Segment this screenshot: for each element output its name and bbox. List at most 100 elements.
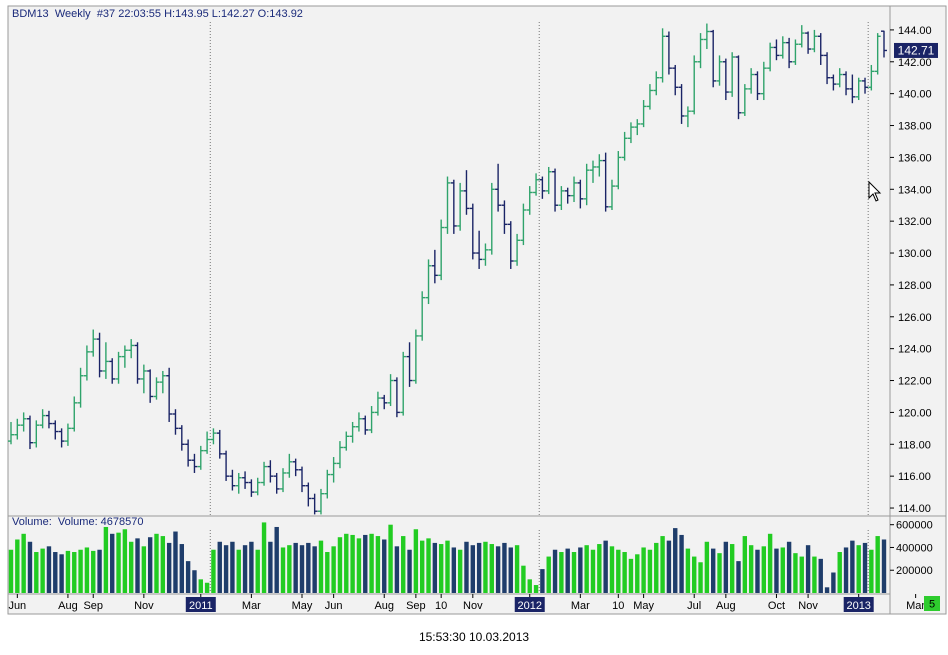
volume-bar <box>306 542 311 593</box>
volume-bar <box>875 536 880 593</box>
volume-bar <box>268 541 273 593</box>
volume-bar <box>445 540 450 593</box>
chart-window: 114.00 116.00 118.00 120.00 122.00 124.00 126.… <box>0 0 948 620</box>
volume-bar <box>673 528 678 593</box>
price-axis-label: 132.00 <box>898 216 932 228</box>
volume-bar <box>679 534 684 593</box>
volume-bar <box>666 540 672 593</box>
volume-bar <box>533 585 539 593</box>
volume-bar <box>717 553 722 593</box>
volume-bar <box>166 542 172 593</box>
price-axis-label: 120.00 <box>898 407 932 419</box>
volume-bar <box>729 544 735 593</box>
volume-bar <box>141 546 147 593</box>
volume-bar <box>578 547 583 593</box>
volume-bar <box>280 547 286 593</box>
volume-bar <box>559 552 564 593</box>
volume-bar <box>767 533 773 593</box>
year-label: 2013 <box>846 600 870 612</box>
volume-bar <box>388 524 393 593</box>
volume-bar <box>622 552 627 593</box>
volume-bar <box>413 529 419 593</box>
volume-bar <box>255 549 260 593</box>
volume-bar <box>597 544 602 593</box>
volume-bar <box>230 541 235 593</box>
volume-bar <box>824 587 830 593</box>
volume-bar <box>761 546 767 593</box>
volume-bar <box>438 544 444 593</box>
volume-bar <box>261 522 267 593</box>
month-label: Nov <box>798 600 818 612</box>
volume-bar <box>363 534 368 593</box>
month-label: Aug <box>716 600 736 612</box>
volume-bar <box>46 546 52 593</box>
volume-bar <box>881 539 887 593</box>
month-label: Nov <box>463 600 483 612</box>
volume-bar <box>128 541 134 593</box>
volume-bar <box>641 547 646 593</box>
volume-bar <box>293 542 298 593</box>
volume-bar <box>521 565 526 593</box>
volume-badge: 5 <box>924 596 940 611</box>
volume-bar <box>299 545 305 593</box>
volume-bar <box>110 533 115 593</box>
volume-bar <box>173 531 178 593</box>
volume-bar <box>198 579 203 593</box>
volume-bar <box>236 549 241 593</box>
price-axis-label: 124.00 <box>898 344 932 356</box>
volume-bar <box>710 548 716 593</box>
volume-bar <box>685 548 691 593</box>
volume-bar <box>628 558 634 593</box>
volume-bar <box>590 549 596 593</box>
month-label: Oct <box>768 600 785 612</box>
volume-bar <box>818 558 823 593</box>
status-timestamp: 15:53:30 10.03.2013 <box>418 630 530 644</box>
volume-bar <box>457 549 463 593</box>
volume-bar <box>862 542 868 593</box>
volume-bar <box>514 545 520 593</box>
volume-bar <box>369 533 374 593</box>
volume-bar <box>116 532 121 593</box>
volume-title: Volume: <box>12 516 52 528</box>
volume-bar <box>692 556 697 593</box>
volume-bar <box>616 549 621 593</box>
volume-bar <box>34 552 39 593</box>
volume-axis-label: 200000 <box>896 565 933 577</box>
volume-bar <box>609 546 615 593</box>
volume-bar <box>325 552 330 593</box>
volume-bar <box>805 545 811 593</box>
price-axis-label: 128.00 <box>898 280 932 292</box>
volume-bar <box>565 548 570 593</box>
volume-bar <box>53 552 58 593</box>
volume-bar <box>15 539 20 593</box>
volume-bar <box>755 549 760 593</box>
volume-bar <box>407 549 412 593</box>
volume-bar <box>426 538 431 593</box>
volume-bar <box>65 550 71 593</box>
last-price-marker: 142.71 <box>894 42 938 58</box>
price-axis-label: 122.00 <box>898 376 932 388</box>
period-label: Weekly <box>54 8 91 20</box>
price-axis-label: 138.00 <box>898 121 932 133</box>
volume-bar <box>337 537 343 593</box>
year-label: 2012 <box>517 600 541 612</box>
volume-bar <box>356 538 362 593</box>
month-label: Mar <box>906 600 925 612</box>
symbol-label: BDM13 <box>12 8 49 20</box>
volume-bar <box>843 547 849 593</box>
price-axis-label: 144.00 <box>898 25 932 37</box>
volume-bar <box>274 526 279 593</box>
month-label: Aug <box>58 600 78 612</box>
volume-bar <box>97 549 102 593</box>
month-label: Sep <box>406 600 426 612</box>
volume-bar <box>698 562 703 593</box>
month-label: Mar <box>242 600 261 612</box>
volume-bar <box>850 540 855 593</box>
volume-bar <box>72 552 77 593</box>
volume-bar <box>375 536 381 593</box>
volume-bar <box>508 547 513 593</box>
volume-bar <box>135 538 140 593</box>
price-axis-label: 118.00 <box>898 439 931 451</box>
year-label: 2011 <box>189 600 213 612</box>
volume-bar <box>84 547 90 593</box>
